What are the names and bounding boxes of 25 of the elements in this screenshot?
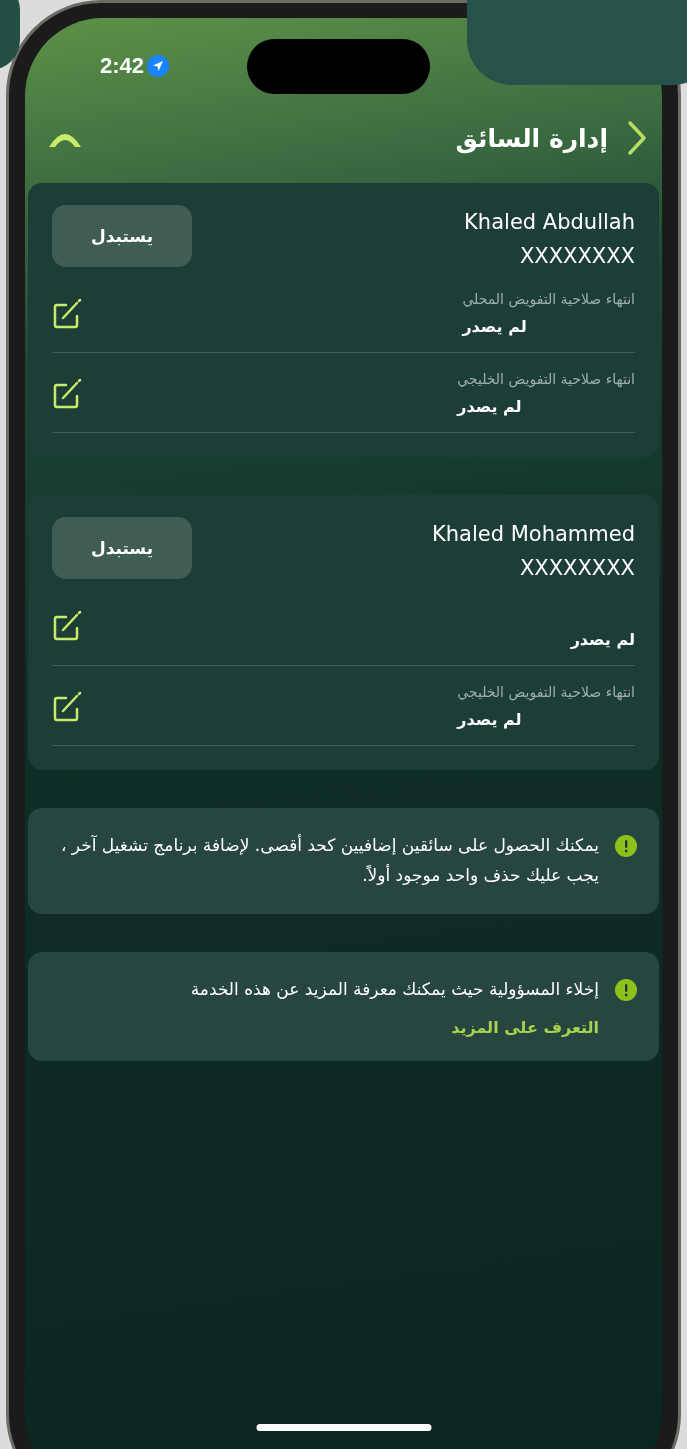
driver-name: Khaled Mohammed xyxy=(431,521,635,548)
page-title: إدارة السائق xyxy=(455,123,608,153)
field-value: لم يصدر xyxy=(457,710,522,729)
edit-icon[interactable] xyxy=(52,377,82,410)
field-value: لم يصدر xyxy=(570,630,635,649)
field-value: لم يصدر xyxy=(462,317,527,336)
driver-id: XXXXXXXX xyxy=(519,243,635,270)
status-time: 2:42 xyxy=(100,52,145,79)
driver-name: Khaled Abdullah xyxy=(464,209,635,236)
learn-more-link[interactable]: التعرف على المزيد xyxy=(190,1018,599,1037)
replace-button[interactable]: يستبدل xyxy=(52,517,192,579)
exclamation-icon xyxy=(615,979,637,1001)
info-text: إخلاء المسؤولية حيث يمكنك معرفة المزيد عن هذه الخدمة xyxy=(190,978,599,1001)
edit-icon[interactable] xyxy=(52,690,82,723)
edit-icon[interactable] xyxy=(52,610,82,642)
field-label: انتهاء صلاحية التفويض الخليجي xyxy=(457,371,635,387)
chevron-right-icon[interactable] xyxy=(626,120,648,156)
field-label: انتهاء صلاحية التفويض المحلي xyxy=(462,291,635,307)
exclamation-icon xyxy=(615,835,637,857)
field-label: انتهاء صلاحية التفويض الخليجي xyxy=(457,684,635,700)
info-text: يمكنك الحصول على سائقين إضافيين كحد أقصى. لإضافة برنامج تشغيل آخر ، يجب عليك حذف واحد موجود أولاً. xyxy=(59,833,599,887)
field-value: لم يصدر xyxy=(457,397,522,416)
edit-icon[interactable] xyxy=(52,297,82,330)
driver-id: XXXXXXXX xyxy=(519,555,635,582)
replace-button[interactable]: يستبدل xyxy=(52,205,192,267)
